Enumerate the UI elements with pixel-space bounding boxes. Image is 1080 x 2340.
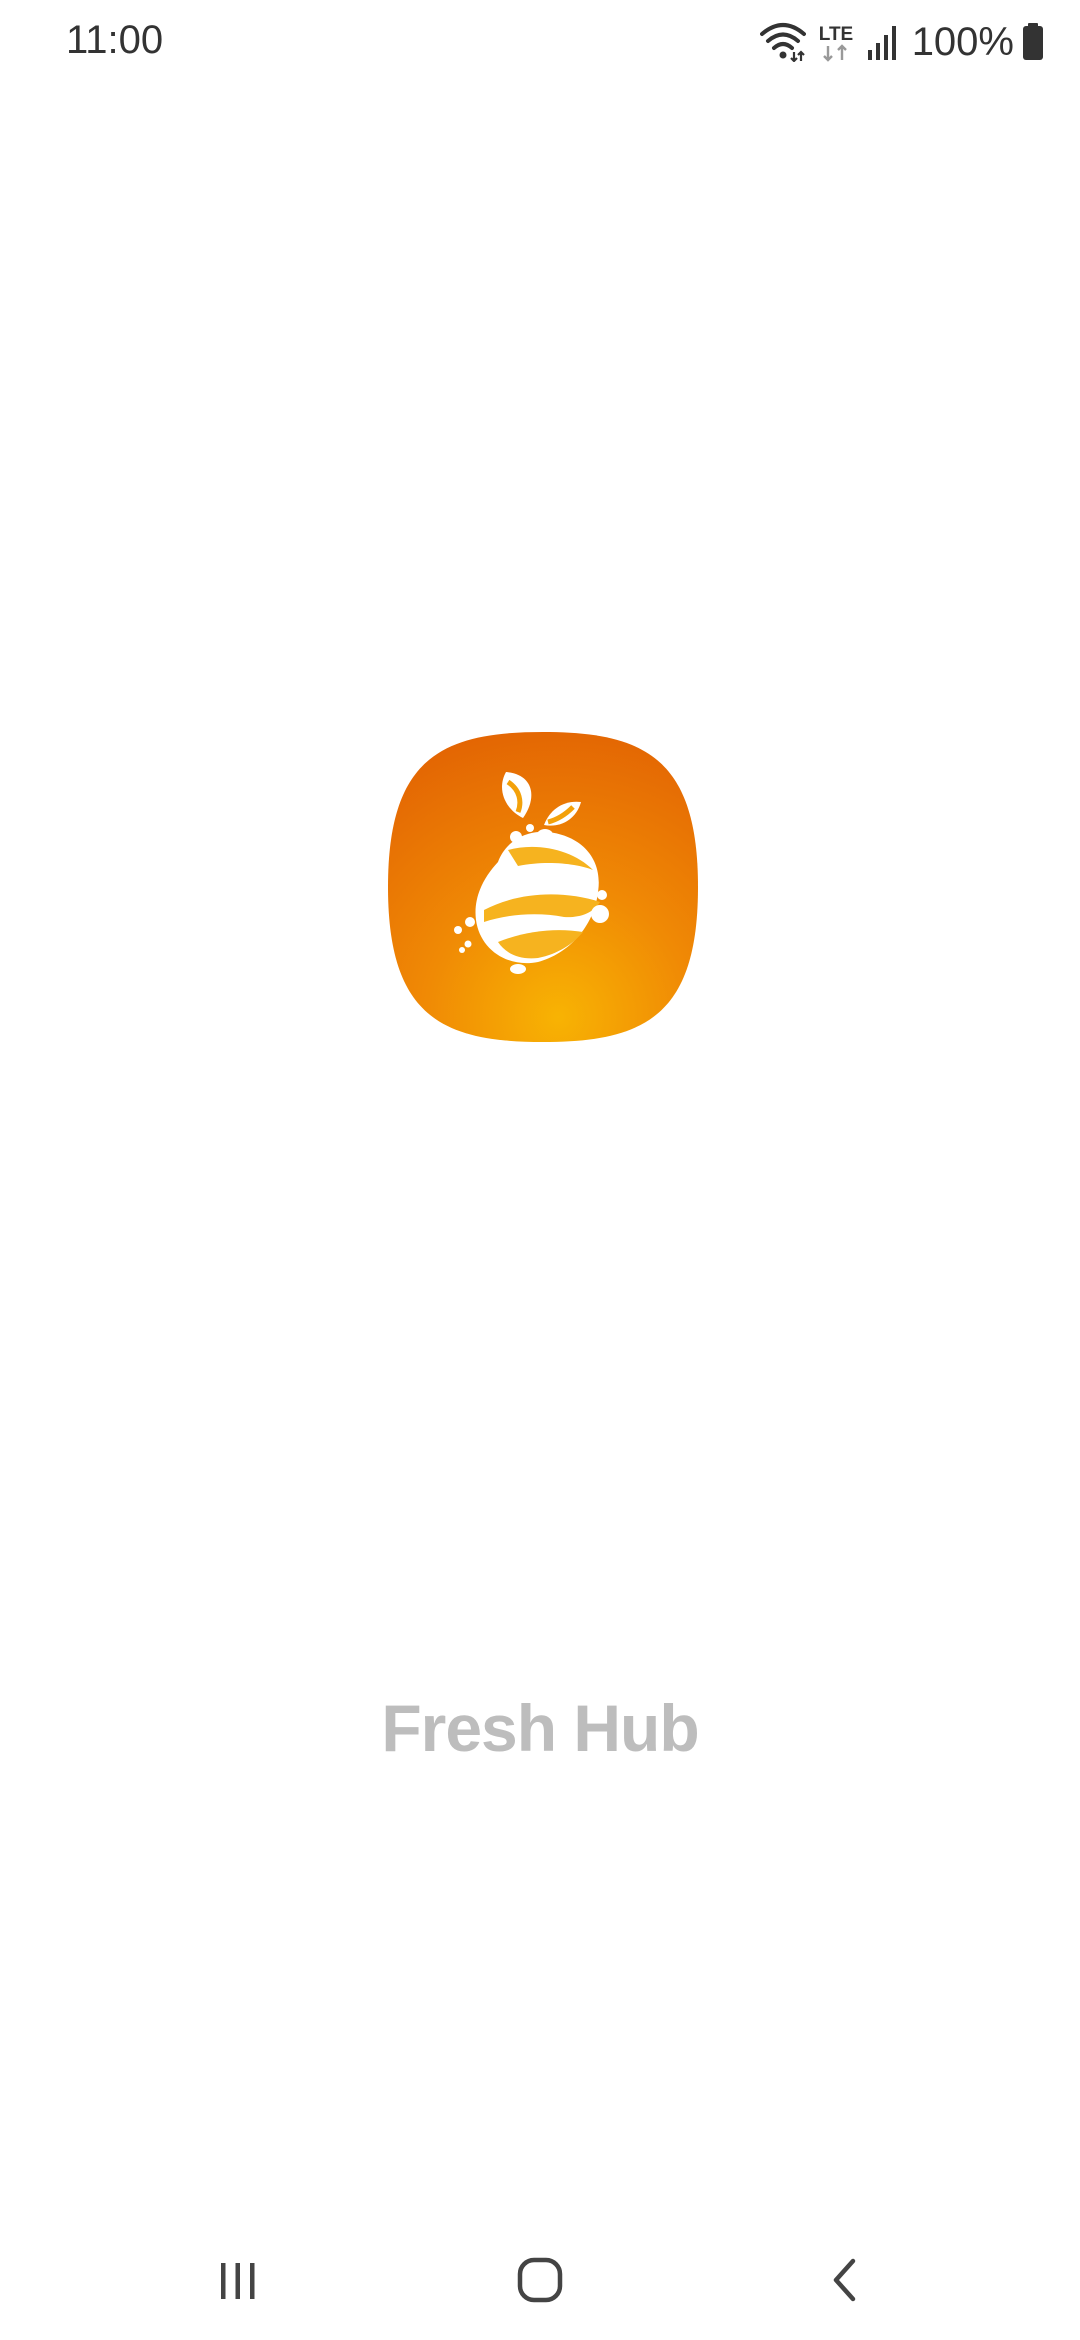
back-icon — [823, 2257, 869, 2308]
status-icons: LTE 100% — [759, 18, 1044, 66]
recents-icon — [215, 2257, 261, 2308]
back-button[interactable] — [806, 2242, 886, 2322]
home-icon — [515, 2255, 565, 2310]
app-name: Fresh Hub — [381, 1691, 699, 1765]
recents-button[interactable] — [198, 2242, 278, 2322]
battery-icon — [1022, 22, 1044, 62]
wifi-icon — [759, 22, 806, 62]
lte-icon: LTE — [814, 20, 858, 64]
battery-percentage: 100% — [911, 19, 1014, 64]
fresh-hub-logo-icon — [388, 732, 698, 1042]
svg-text:LTE: LTE — [818, 24, 852, 45]
home-button[interactable] — [500, 2242, 580, 2322]
status-time: 11:00 — [66, 18, 164, 62]
status-bar: 11:00 LTE 100% — [0, 0, 1080, 84]
signal-icon — [866, 22, 900, 62]
navigation-bar — [0, 2220, 1080, 2340]
